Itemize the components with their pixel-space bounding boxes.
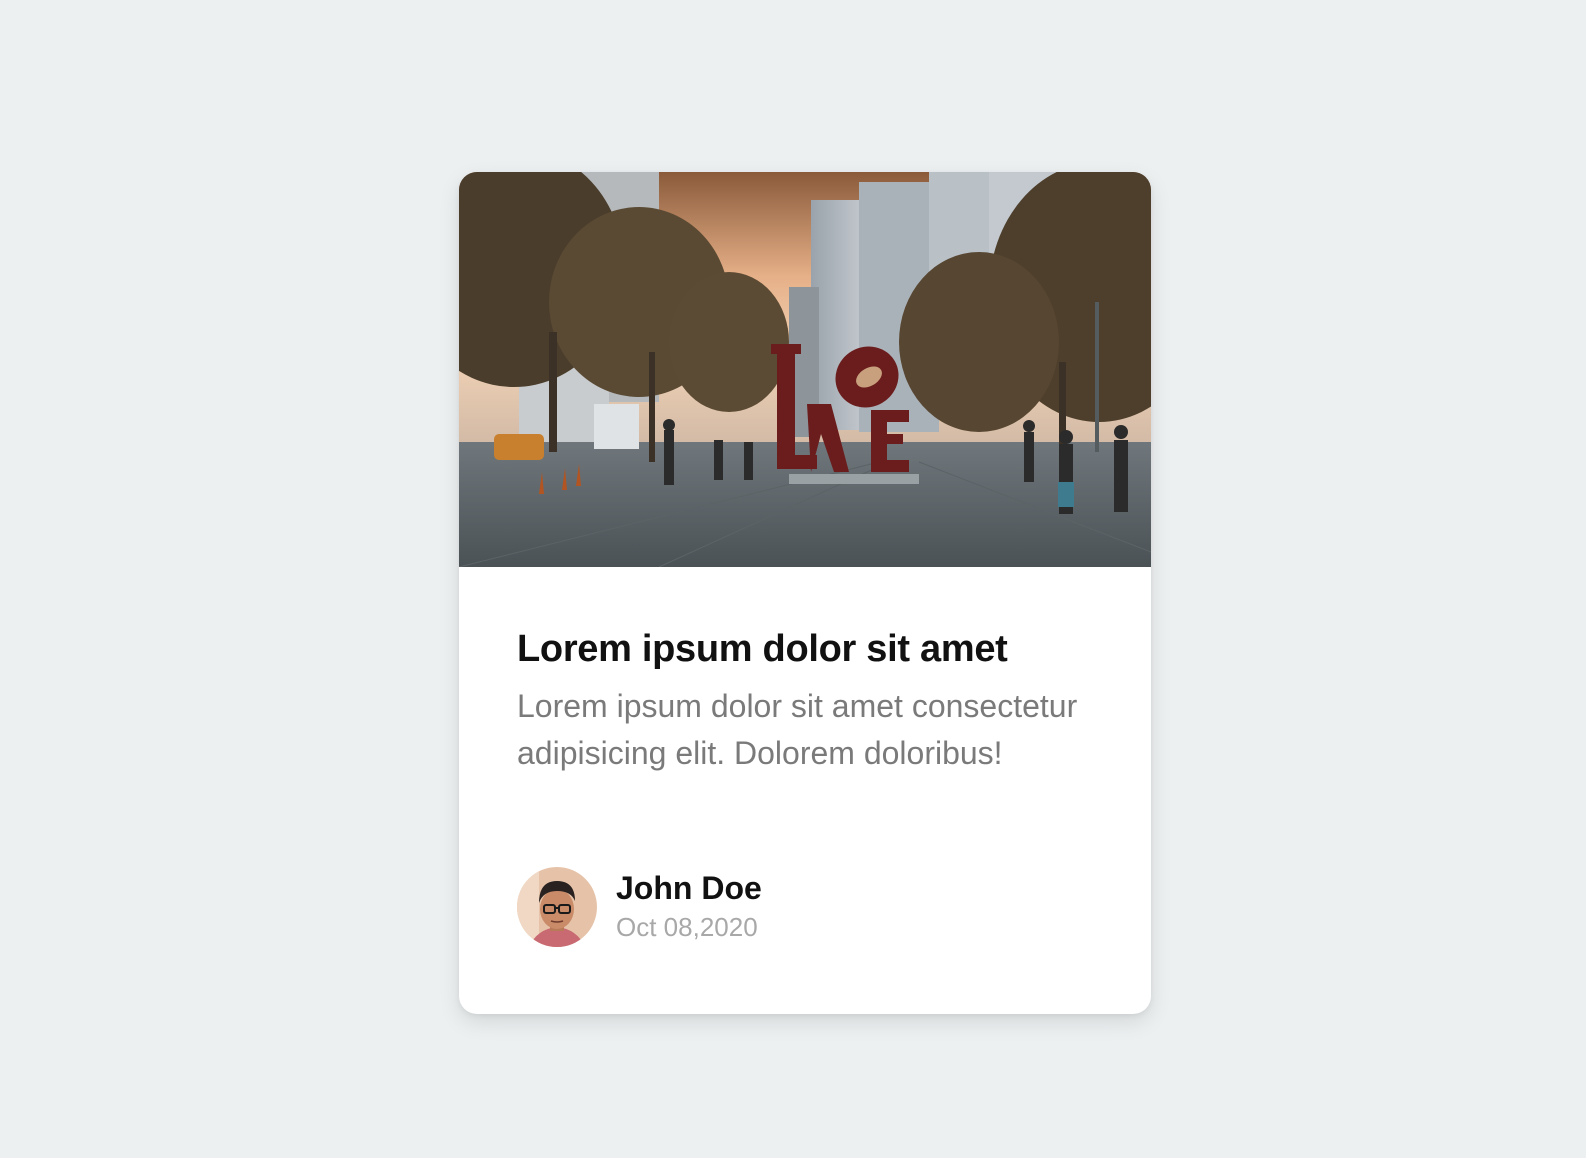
post-date: Oct 08,2020 (616, 912, 758, 942)
card-title[interactable]: Lorem ipsum dolor sit amet (517, 627, 1097, 673)
card-cover-image (459, 172, 1151, 567)
card-description: Lorem ipsum dolor sit amet consectetur a… (517, 687, 1078, 771)
card-body: Lorem ipsum dolor sit amet Lorem ipsum d… (517, 627, 1097, 777)
author-info: John Doe Oct 08,2020 (616, 869, 762, 945)
author-name[interactable]: John Doe (616, 869, 762, 907)
blog-card[interactable]: Lorem ipsum dolor sit amet Lorem ipsum d… (459, 172, 1151, 1014)
author-block: John Doe Oct 08,2020 (517, 867, 762, 947)
author-avatar[interactable] (517, 867, 597, 947)
